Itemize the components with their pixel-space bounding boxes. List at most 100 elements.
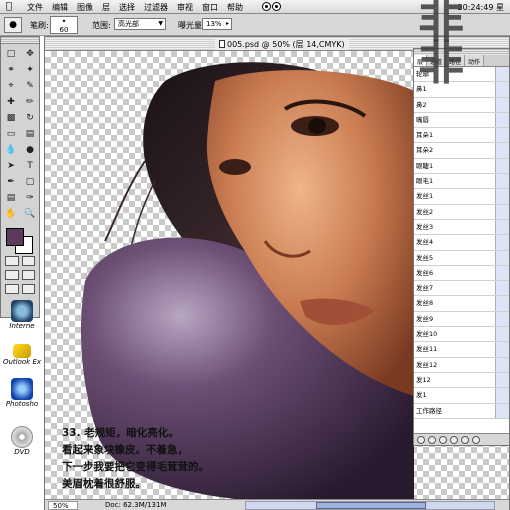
menu-help[interactable]: 帮助 bbox=[226, 2, 244, 13]
xeyes-icon bbox=[262, 2, 282, 12]
layer-row[interactable]: 发丝10 bbox=[414, 327, 509, 343]
layer-row[interactable]: 发丝12 bbox=[414, 357, 509, 373]
zoom-tool-icon[interactable]: 🔍 bbox=[21, 206, 39, 221]
tab-layers[interactable]: 层 bbox=[414, 55, 428, 66]
horizontal-scrollbar[interactable] bbox=[245, 501, 495, 510]
layer-mask-button[interactable] bbox=[428, 436, 436, 444]
desktop-icon-photoshop[interactable]: Photosho bbox=[0, 378, 44, 408]
menu-layer[interactable]: 层 bbox=[101, 2, 111, 13]
layer-name: 耳朵2 bbox=[416, 146, 434, 155]
desktop-icon-label: Outlook Ex bbox=[0, 358, 44, 366]
layer-name: 发丝4 bbox=[416, 238, 434, 247]
lasso-tool-icon[interactable]: ⚭ bbox=[2, 62, 20, 77]
type-tool-icon[interactable]: T bbox=[21, 158, 39, 173]
jump-to-imageready-button[interactable] bbox=[21, 284, 35, 294]
layer-style-button[interactable] bbox=[417, 436, 425, 444]
shape-tool-icon[interactable]: ▢ bbox=[21, 174, 39, 189]
layer-row[interactable]: 发丝9 bbox=[414, 311, 509, 328]
desktop-icon-outlook[interactable]: Outlook Ex bbox=[0, 340, 44, 366]
eraser-tool-icon[interactable]: ▭ bbox=[2, 126, 20, 141]
path-select-icon[interactable]: ➤ bbox=[2, 158, 20, 173]
quickmask-mode-button[interactable] bbox=[21, 256, 35, 266]
layer-row[interactable]: 发1 bbox=[414, 388, 509, 404]
dodge-tool-icon: ● bbox=[9, 20, 17, 30]
menu-image[interactable]: 图像 bbox=[76, 2, 94, 13]
magic-wand-icon[interactable]: ✦ bbox=[21, 62, 39, 77]
move-tool-icon[interactable]: ✥ bbox=[21, 46, 39, 61]
layer-row[interactable]: 工作路径 bbox=[414, 403, 509, 419]
menu-window[interactable]: 窗口 bbox=[201, 2, 219, 13]
menu-select[interactable]: 选择 bbox=[118, 2, 136, 13]
layer-row[interactable]: 发丝6 bbox=[414, 265, 509, 282]
menu-filter[interactable]: 过滤器 bbox=[143, 2, 169, 13]
new-layer-button[interactable] bbox=[461, 436, 469, 444]
history-brush-icon[interactable]: ↻ bbox=[21, 110, 39, 125]
globe-icon bbox=[11, 300, 33, 322]
menu-view[interactable]: 审视 bbox=[176, 2, 194, 13]
brush-tool-icon[interactable]: ✏ bbox=[21, 94, 39, 109]
layer-row[interactable]: 发丝8 bbox=[414, 296, 509, 312]
layer-row[interactable]: 鼻1 bbox=[414, 82, 509, 98]
zoom-field[interactable]: 50% bbox=[48, 501, 78, 510]
chevron-down-icon: ▼ bbox=[158, 20, 163, 27]
clone-stamp-icon[interactable]: ▩ bbox=[2, 110, 20, 125]
layer-row[interactable]: 眼睫1 bbox=[414, 158, 509, 175]
layer-row[interactable]: 耳朵1 bbox=[414, 128, 509, 144]
range-label: 范围: bbox=[92, 21, 111, 30]
scrollbar-thumb[interactable] bbox=[316, 502, 426, 509]
tab-channels[interactable]: 通道 bbox=[427, 55, 447, 66]
layer-row[interactable]: 发丝11 bbox=[414, 342, 509, 358]
crop-tool-icon[interactable]: ⌖ bbox=[2, 78, 20, 93]
tab-paths[interactable]: 路径 bbox=[446, 55, 466, 66]
healing-brush-icon[interactable]: ✚ bbox=[2, 94, 20, 109]
tool-preset-button[interactable]: ● bbox=[4, 17, 22, 33]
layer-row[interactable]: 发丝3 bbox=[414, 219, 509, 236]
blur-tool-icon[interactable]: 💧 bbox=[2, 142, 20, 157]
dodge-tool-icon[interactable]: ● bbox=[21, 142, 39, 157]
brush-picker[interactable]: • 60 bbox=[50, 16, 78, 34]
layer-row[interactable]: 轮廓 bbox=[414, 67, 509, 83]
desktop-icon-internet[interactable]: Interne bbox=[0, 300, 44, 330]
hand-tool-icon[interactable]: ✋ bbox=[2, 206, 20, 221]
layer-row[interactable]: 发丝7 bbox=[414, 281, 509, 297]
slice-tool-icon[interactable]: ✎ bbox=[21, 78, 39, 93]
layer-row[interactable]: 眼毛1 bbox=[414, 174, 509, 190]
desktop-icon-label: Interne bbox=[0, 322, 44, 330]
gradient-tool-icon[interactable]: ▤ bbox=[21, 126, 39, 141]
menu-file[interactable]: 文件 bbox=[26, 2, 44, 13]
layer-row[interactable]: 鼻2 bbox=[414, 97, 509, 113]
adjustment-layer-button[interactable] bbox=[450, 436, 458, 444]
doc-size-readout[interactable]: Doc: 62.3M/131M bbox=[105, 501, 167, 509]
layer-row[interactable]: 发丝5 bbox=[414, 250, 509, 266]
marquee-tool-icon[interactable]: □ bbox=[2, 46, 20, 61]
layer-name: 耳朵1 bbox=[416, 131, 434, 140]
layer-row[interactable]: 耳朵2 bbox=[414, 143, 509, 159]
layer-row[interactable]: 发丝2 bbox=[414, 204, 509, 220]
screen-mode-1-button[interactable] bbox=[5, 270, 19, 280]
layer-row[interactable]: 发丝4 bbox=[414, 235, 509, 251]
foreground-color-swatch[interactable] bbox=[6, 228, 24, 246]
layer-row[interactable]: 发12 bbox=[414, 372, 509, 389]
toolbox-titlebar[interactable] bbox=[1, 37, 39, 44]
notes-tool-icon[interactable]: ▤ bbox=[2, 190, 20, 205]
layer-row[interactable]: 嘴唇 bbox=[414, 112, 509, 129]
caption-line: 33. 老规矩，暗化亮化。 bbox=[62, 427, 179, 439]
layer-row[interactable]: 发丝1 bbox=[414, 189, 509, 205]
standard-mode-button[interactable] bbox=[5, 256, 19, 266]
delete-layer-button[interactable] bbox=[472, 436, 480, 444]
screen-mode-2-button[interactable] bbox=[21, 270, 35, 280]
dvd-disc-icon bbox=[11, 426, 33, 448]
range-select[interactable]: 高光部 ▼ bbox=[114, 18, 166, 30]
pen-tool-icon[interactable]: ✒ bbox=[2, 174, 20, 189]
layers-palette-footer bbox=[414, 433, 509, 445]
eyedropper-icon[interactable]: ✑ bbox=[21, 190, 39, 205]
range-value: 高光部 bbox=[118, 20, 139, 28]
apple-menu-icon[interactable]:  bbox=[6, 1, 12, 12]
exposure-field[interactable]: 13% ▸ bbox=[202, 18, 232, 30]
layer-set-button[interactable] bbox=[439, 436, 447, 444]
outlook-envelope-icon bbox=[13, 344, 31, 358]
desktop-icon-dvd[interactable]: DVD bbox=[0, 426, 44, 456]
tab-actions[interactable]: 动作 bbox=[465, 55, 485, 66]
screen-mode-3-button[interactable] bbox=[5, 284, 19, 294]
menu-edit[interactable]: 编辑 bbox=[51, 2, 69, 13]
